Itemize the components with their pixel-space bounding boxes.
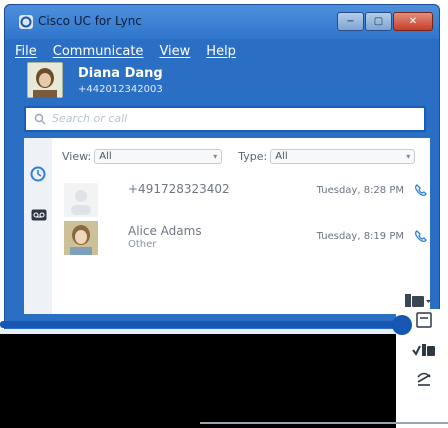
menu-communicate[interactable]: Communicate <box>53 44 144 59</box>
title-bar[interactable]: Cisco UC for Lync − ▢ ✕ <box>5 5 439 39</box>
recent-calls-icon[interactable] <box>29 165 47 183</box>
user-name: Diana Dang <box>78 66 163 81</box>
headset-icon[interactable] <box>412 369 436 387</box>
view-filter-value: All <box>99 150 112 162</box>
search-icon <box>34 113 46 125</box>
contact-type: Other <box>128 239 157 250</box>
call-time: Tuesday, 8:28 PM <box>316 185 404 196</box>
callback-icon[interactable] <box>414 183 428 197</box>
default-avatar <box>64 183 98 217</box>
desktop-background <box>0 329 448 428</box>
close-button[interactable]: ✕ <box>393 12 433 31</box>
menu-view[interactable]: View <box>159 44 190 59</box>
menu-help[interactable]: Help <box>206 44 236 59</box>
voicemail-icon[interactable] <box>31 209 47 221</box>
computer-phone-selected-icon[interactable] <box>412 341 436 359</box>
contact-name: Alice Adams <box>128 224 202 238</box>
view-filter-label: View: <box>62 149 92 163</box>
chevron-down-icon: ▾ <box>406 151 411 161</box>
call-history-row[interactable]: Alice Adams Other Tuesday, 8:19 PM <box>54 219 430 263</box>
desk-phone-option-icon[interactable] <box>412 312 436 330</box>
window-controls: − ▢ ✕ <box>336 12 433 31</box>
contact-avatar <box>64 221 98 255</box>
taskbar-separator <box>200 422 448 424</box>
maximize-button[interactable]: ▢ <box>365 12 392 31</box>
callback-icon[interactable] <box>414 229 428 243</box>
annotation-pointer-dot <box>392 315 412 335</box>
cisco-app-icon <box>19 15 33 29</box>
window-bottom-edge <box>0 329 448 334</box>
call-history-row[interactable]: +491728323402 Tuesday, 8:28 PM <box>54 177 430 221</box>
phone-mode-button[interactable] <box>404 292 432 310</box>
call-time: Tuesday, 8:19 PM <box>316 231 404 242</box>
user-number: +442012342003 <box>78 84 163 95</box>
chevron-down-icon: ▾ <box>213 151 218 161</box>
type-filter-value: All <box>275 150 288 162</box>
view-filter-select[interactable]: All ▾ <box>94 148 223 164</box>
search-input[interactable]: Search or call <box>24 106 426 132</box>
profile-avatar[interactable] <box>27 62 63 98</box>
window-title: Cisco UC for Lync <box>38 14 142 28</box>
menu-bar: File Communicate View Help <box>15 44 252 59</box>
search-placeholder: Search or call <box>52 112 128 125</box>
history-filters: View: All ▾ Type: All ▾ <box>62 148 416 164</box>
type-filter-label: Type: <box>238 149 268 163</box>
annotation-pointer-line <box>0 321 404 328</box>
minimize-button[interactable]: − <box>337 12 364 31</box>
menu-file[interactable]: File <box>15 44 37 59</box>
contact-number: +491728323402 <box>128 182 230 196</box>
type-filter-select[interactable]: All ▾ <box>270 148 416 164</box>
